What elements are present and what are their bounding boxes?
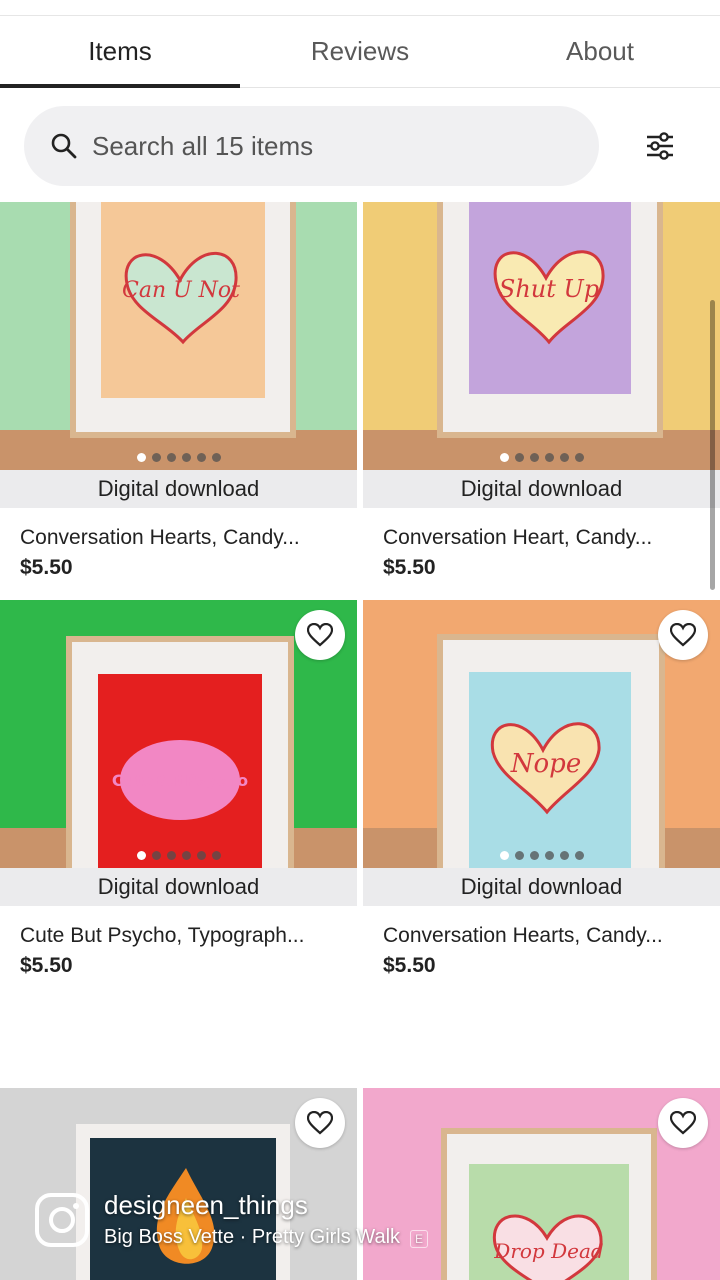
listing-title[interactable]: Conversation Heart, Candy... (383, 526, 708, 550)
carousel-dot (574, 851, 584, 860)
carousel-dot (166, 453, 176, 462)
listing-photo: Can U Not (0, 202, 357, 470)
search-row (0, 88, 720, 198)
carousel-dot (196, 453, 206, 462)
filter-sliders-icon (647, 132, 673, 160)
listing-price: $5.50 (20, 556, 73, 579)
audio-label: Big Boss Vette · Pretty Girls Walk (104, 1226, 401, 1248)
search-input[interactable] (92, 130, 572, 162)
favorite-button[interactable] (658, 1098, 708, 1148)
carousel-dot (136, 453, 146, 462)
carousel-dot (181, 453, 191, 462)
search-icon (51, 133, 77, 159)
carousel-dot (151, 851, 161, 860)
carousel-dot (559, 453, 569, 462)
top-strip (0, 0, 720, 16)
explicit-badge: E (410, 1230, 429, 1248)
tab-about[interactable]: About (480, 16, 720, 87)
instagram-icon[interactable] (34, 1192, 90, 1248)
carousel-dot (544, 453, 554, 462)
carousel-dot (574, 453, 584, 462)
svg-text:Can U Not: Can U Not (122, 278, 240, 303)
listing-image[interactable]: Can U Not (0, 202, 357, 470)
scrollbar[interactable] (710, 300, 715, 590)
carousel-dot (211, 851, 221, 860)
carousel-dot (529, 851, 539, 860)
heart-outline-icon (307, 623, 333, 647)
heart-outline-icon (670, 623, 696, 647)
audio-track[interactable]: Big Boss Vette · Pretty Girls Walk E (104, 1226, 429, 1249)
shop-tabs: Items Reviews About (0, 16, 720, 88)
carousel-dot (544, 851, 554, 860)
carousel-dot (499, 851, 509, 860)
listing-title[interactable]: Conversation Hearts, Candy... (383, 924, 708, 948)
svg-text:CuteButPsycho: CuteButPsycho (112, 771, 248, 790)
listing-price: $5.50 (383, 954, 436, 977)
carousel-dot (181, 851, 191, 860)
carousel-dots (0, 851, 357, 860)
carousel-dot (559, 851, 569, 860)
carousel-dot (136, 851, 146, 860)
heart-outline-icon (670, 1111, 696, 1135)
listing-price: $5.50 (383, 556, 436, 579)
digital-download-badge: Digital download (363, 470, 720, 508)
reel-overlay: designeen_things Big Boss Vette · Pretty… (0, 1180, 720, 1280)
favorite-button[interactable] (295, 1098, 345, 1148)
digital-download-badge: Digital download (0, 470, 357, 508)
carousel-dot (166, 851, 176, 860)
favorite-button[interactable] (295, 610, 345, 660)
listing-title[interactable]: Conversation Hearts, Candy... (20, 526, 345, 550)
carousel-dot (499, 453, 509, 462)
carousel-dots (363, 851, 720, 860)
carousel-dots (0, 453, 357, 462)
listing-photo: Shut Up (363, 202, 720, 470)
carousel-dots (363, 453, 720, 462)
carousel-dot (514, 851, 524, 860)
carousel-dot (211, 453, 221, 462)
svg-text:Nope: Nope (510, 749, 581, 779)
digital-download-badge: Digital download (0, 868, 357, 906)
digital-download-badge: Digital download (363, 868, 720, 906)
listing-image[interactable]: Nope (363, 600, 720, 868)
listing-image[interactable]: CuteButPsycho (0, 600, 357, 868)
heart-outline-icon (307, 1111, 333, 1135)
filter-button[interactable] (636, 122, 684, 170)
listing-title[interactable]: Cute But Psycho, Typograph... (20, 924, 345, 948)
listing-price: $5.50 (20, 954, 73, 977)
tab-reviews[interactable]: Reviews (240, 16, 480, 87)
tab-items[interactable]: Items (0, 16, 240, 88)
carousel-dot (514, 453, 524, 462)
username[interactable]: designeen_things (104, 1190, 308, 1221)
carousel-dot (151, 453, 161, 462)
search-box[interactable] (24, 106, 599, 186)
carousel-dot (529, 453, 539, 462)
carousel-dot (196, 851, 206, 860)
listing-image[interactable]: Shut Up (363, 202, 720, 470)
svg-text:Shut Up: Shut Up (499, 275, 599, 303)
favorite-button[interactable] (658, 610, 708, 660)
